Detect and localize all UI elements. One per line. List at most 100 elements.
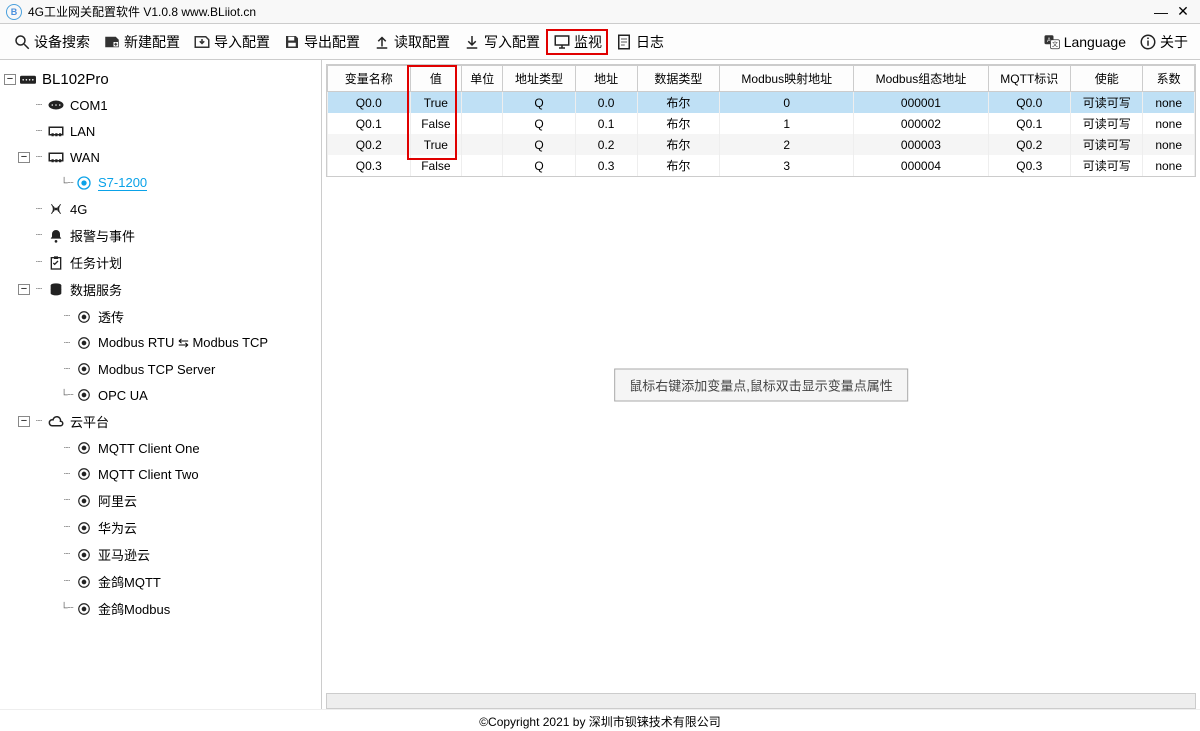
export-config-button[interactable]: 导出配置 [276,30,366,54]
tree-mqtt1[interactable]: ┈ MQTT Client One [4,435,317,461]
col-dtype[interactable]: 数据类型 [637,66,720,92]
table-row[interactable]: Q0.2TrueQ0.2布尔2000003Q0.2可读可写none [328,134,1195,155]
tree-kingpigeon-mqtt[interactable]: ┈ 金鸽MQTT [4,568,317,595]
app-logo-icon: B [6,4,22,20]
minimize-button[interactable]: — [1150,4,1172,20]
cell-dtype: 布尔 [637,134,720,155]
cell-name: Q0.0 [328,92,411,114]
tree-wan[interactable]: −┈ WAN [4,144,317,170]
tree-task[interactable]: ┈ 任务计划 [4,249,317,276]
cell-atype: Q [503,92,575,114]
device-search-button[interactable]: 设备搜索 [6,30,96,54]
cell-value: False [410,113,462,134]
log-button[interactable]: 日志 [608,30,670,54]
variable-table[interactable]: 变量名称 值 单位 地址类型 地址 数据类型 Modbus映射地址 Modbus… [327,65,1195,176]
cell-cfg: 000003 [854,134,988,155]
save-icon [282,32,302,52]
col-mbmap[interactable]: Modbus映射地址 [720,66,854,92]
tree-lan[interactable]: ┈ LAN [4,118,317,144]
cell-atype: Q [503,113,575,134]
collapse-icon[interactable]: − [18,152,30,163]
target-icon [74,334,94,352]
tree-huawei[interactable]: ┈ 华为云 [4,514,317,541]
import-config-button[interactable]: 导入配置 [186,30,276,54]
table-header-row: 变量名称 值 单位 地址类型 地址 数据类型 Modbus映射地址 Modbus… [328,66,1195,92]
cell-en: 可读可写 [1071,92,1143,114]
table-row[interactable]: Q0.1FalseQ0.1布尔1000002Q0.1可读可写none [328,113,1195,134]
tree-mqtt2[interactable]: ┈ MQTT Client Two [4,461,317,487]
cell-mqtt: Q0.2 [988,134,1071,155]
cell-dtype: 布尔 [637,113,720,134]
target-icon [74,174,94,192]
cell-map: 3 [720,155,854,176]
database-icon [46,281,66,299]
horizontal-scrollbar[interactable] [326,693,1196,709]
col-coef[interactable]: 系数 [1143,66,1195,92]
cell-en: 可读可写 [1071,113,1143,134]
clipboard-icon [46,254,66,272]
tree-alarm[interactable]: ┈ 报警与事件 [4,222,317,249]
read-config-button[interactable]: 读取配置 [366,30,456,54]
target-icon [74,308,94,326]
cell-mqtt: Q0.3 [988,155,1071,176]
close-button[interactable]: ✕ [1172,3,1194,20]
new-file-icon [102,32,122,52]
target-icon [74,519,94,537]
tree-root[interactable]: − BL102Pro [4,66,317,92]
cell-addr: 0.0 [575,92,637,114]
tree-cloud[interactable]: −┈ 云平台 [4,408,317,435]
target-icon [74,465,94,483]
language-button[interactable]: A文 Language [1036,30,1132,54]
target-icon [74,573,94,591]
tree-s71200[interactable]: └┈ S7-1200 [4,170,317,196]
collapse-icon[interactable]: − [18,284,30,295]
about-button[interactable]: 关于 [1132,30,1194,54]
download-icon [462,32,482,52]
cell-unit [462,113,503,134]
tree-passthrough[interactable]: ┈ 透传 [4,303,317,330]
title-bar: B 4G工业网关配置软件 V1.0.8 www.BLiiot.cn — ✕ [0,0,1200,24]
col-addrtype[interactable]: 地址类型 [503,66,575,92]
target-icon [74,600,94,618]
col-mqtt[interactable]: MQTT标识 [988,66,1071,92]
tree-kingpigeon-modbus[interactable]: └┈ 金鸽Modbus [4,595,317,622]
col-name[interactable]: 变量名称 [328,66,411,92]
table-row[interactable]: Q0.3FalseQ0.3布尔3000004Q0.3可读可写none [328,155,1195,176]
table-row[interactable]: Q0.0TrueQ0.0布尔0000001Q0.0可读可写none [328,92,1195,114]
collapse-icon[interactable]: − [4,74,16,85]
info-icon [1138,32,1158,52]
target-icon [74,546,94,564]
cell-coef: none [1143,134,1195,155]
tree-opcua[interactable]: └┈ OPC UA [4,382,317,408]
tree-dataservice[interactable]: −┈ 数据服务 [4,276,317,303]
write-config-button[interactable]: 写入配置 [456,30,546,54]
col-unit[interactable]: 单位 [462,66,503,92]
tree-4g[interactable]: ┈ 4G [4,196,317,222]
cell-unit [462,155,503,176]
cell-dtype: 布尔 [637,155,720,176]
wan-icon [46,148,66,166]
col-enable[interactable]: 使能 [1071,66,1143,92]
cell-mqtt: Q0.1 [988,113,1071,134]
tree-aliyun[interactable]: ┈ 阿里云 [4,487,317,514]
tree-com1[interactable]: ┈ COM1 [4,92,317,118]
collapse-icon[interactable]: − [18,416,30,427]
cell-addr: 0.1 [575,113,637,134]
cloud-icon [46,413,66,431]
target-icon [74,492,94,510]
col-mbcfg[interactable]: Modbus组态地址 [854,66,988,92]
col-addr[interactable]: 地址 [575,66,637,92]
tree-modbus-rtu[interactable]: ┈ Modbus RTU ⇆ Modbus TCP [4,330,317,356]
tree-aws[interactable]: ┈ 亚马逊云 [4,541,317,568]
new-config-button[interactable]: 新建配置 [96,30,186,54]
cell-name: Q0.3 [328,155,411,176]
monitor-button[interactable]: 监视 [546,29,608,55]
tree-modbus-tcp[interactable]: ┈ Modbus TCP Server [4,356,317,382]
footer-copyright: ©Copyright 2021 by 深圳市钡铼技术有限公司 [0,709,1200,731]
cell-map: 2 [720,134,854,155]
target-icon [74,386,94,404]
serial-icon [46,96,66,114]
col-value[interactable]: 值 [410,66,462,92]
monitor-icon [552,32,572,52]
target-icon [74,439,94,457]
